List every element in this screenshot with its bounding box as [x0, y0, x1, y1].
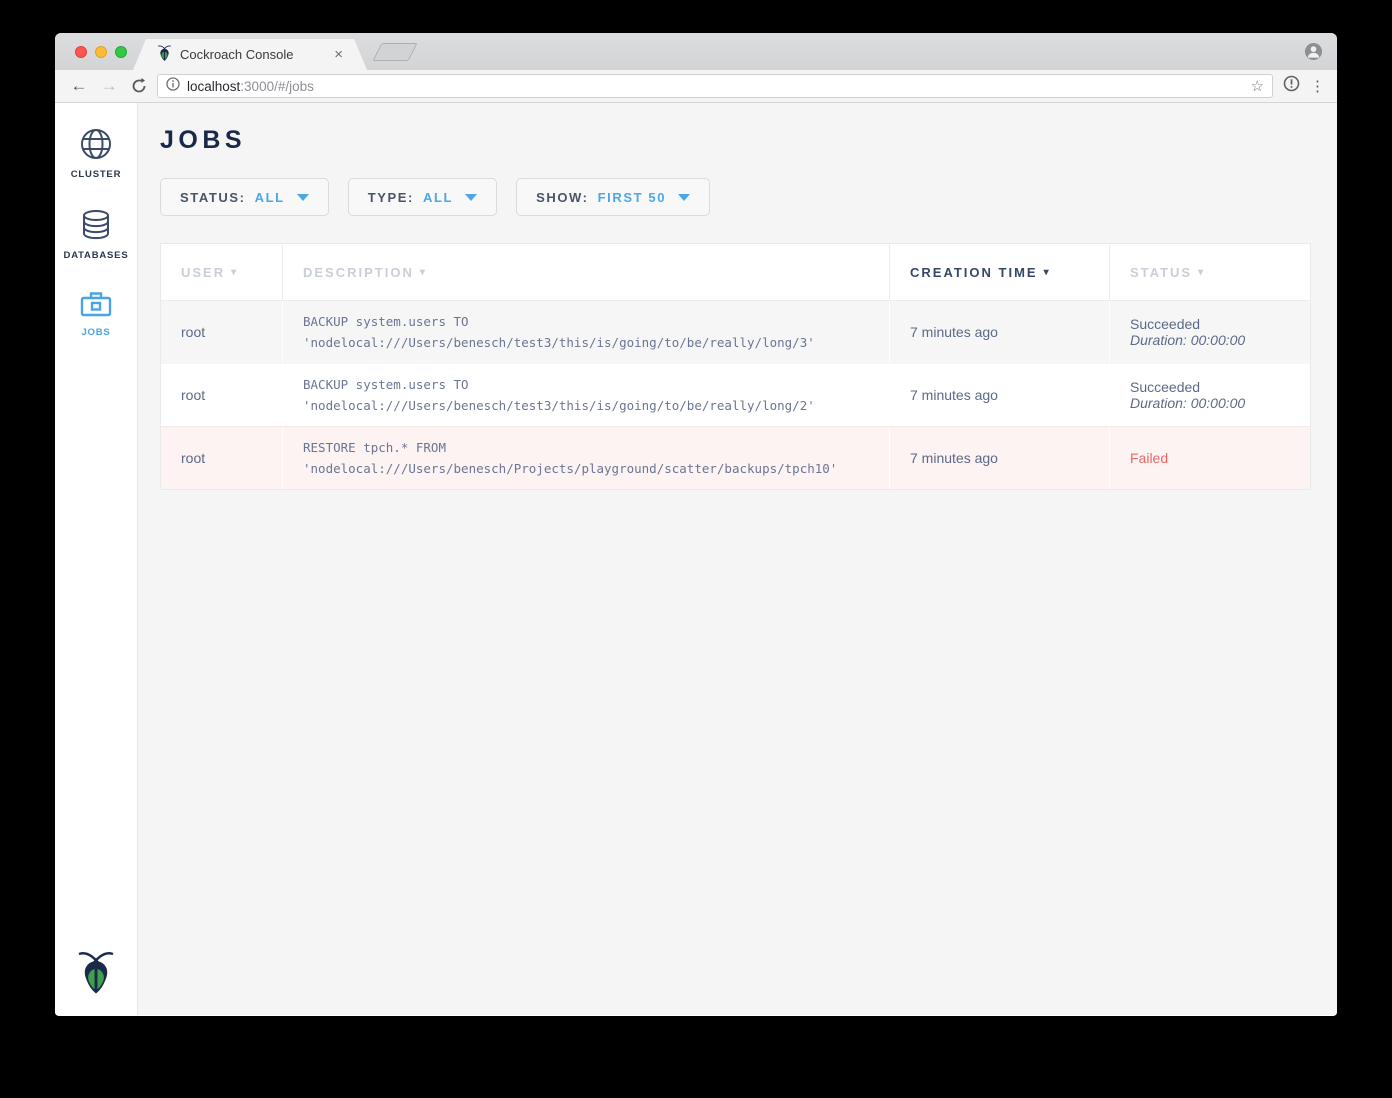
- description-cell: BACKUP system.users TO 'nodelocal:///Use…: [283, 364, 890, 426]
- user-cell: root: [161, 364, 283, 426]
- url-bar[interactable]: localhost:3000/#/jobs ☆: [157, 74, 1273, 98]
- status-badge: Succeeded: [1130, 316, 1290, 332]
- creation-time-cell: 7 minutes ago: [890, 427, 1110, 489]
- column-header-creation-time[interactable]: CREATION TIME: [890, 244, 1110, 300]
- toolbar-right: ⋮: [1279, 75, 1325, 97]
- chevron-down-icon: [297, 194, 309, 201]
- browser-toolbar: ← → localhost:3000/#/jobs ☆: [55, 70, 1337, 103]
- back-button[interactable]: ←: [67, 76, 91, 96]
- filter-label: TYPE:: [368, 190, 414, 205]
- status-badge: Succeeded: [1130, 379, 1290, 395]
- filter-label: SHOW:: [536, 190, 589, 205]
- description-line: BACKUP system.users TO: [303, 311, 869, 332]
- status-filter-dropdown[interactable]: STATUS: ALL: [160, 178, 329, 216]
- status-duration: Duration: 00:00:00: [1130, 395, 1290, 411]
- close-window-button[interactable]: [75, 46, 87, 58]
- reload-button[interactable]: [127, 76, 151, 96]
- status-cell: Succeeded Duration: 00:00:00: [1110, 364, 1310, 426]
- browser-window: Cockroach Console × ← →: [55, 33, 1337, 1016]
- sidebar-item-label: DATABASES: [64, 250, 129, 261]
- sidebar-item-jobs[interactable]: JOBS: [55, 282, 137, 363]
- table-row[interactable]: root BACKUP system.users TO 'nodelocal:/…: [161, 363, 1310, 426]
- extension-icon[interactable]: [1283, 75, 1300, 97]
- type-filter-dropdown[interactable]: TYPE: ALL: [348, 178, 497, 216]
- url-host: localhost: [187, 79, 240, 94]
- column-header-description[interactable]: DESCRIPTION: [283, 244, 890, 300]
- main-content: JOBS STATUS: ALL TYPE: ALL SHOW: FIRST 5…: [138, 103, 1337, 1015]
- sidebar-item-cluster[interactable]: CLUSTER: [55, 120, 137, 201]
- status-cell: Succeeded Duration: 00:00:00: [1110, 301, 1310, 363]
- show-filter-dropdown[interactable]: SHOW: FIRST 50: [516, 178, 710, 216]
- description-line: 'nodelocal:///Users/benesch/test3/this/i…: [303, 395, 869, 416]
- minimize-window-button[interactable]: [95, 46, 107, 58]
- description-line: 'nodelocal:///Users/benesch/Projects/pla…: [303, 458, 869, 479]
- zoom-window-button[interactable]: [115, 46, 127, 58]
- filter-label: STATUS:: [180, 190, 246, 205]
- bookmark-star-icon[interactable]: ☆: [1251, 77, 1264, 95]
- favicon-cockroach-icon: [157, 44, 172, 66]
- database-icon: [78, 207, 114, 243]
- creation-time-cell: 7 minutes ago: [890, 364, 1110, 426]
- url-text[interactable]: localhost:3000/#/jobs: [187, 79, 1244, 94]
- briefcase-icon: [79, 288, 113, 320]
- browser-menu-icon[interactable]: ⋮: [1310, 77, 1325, 95]
- sidebar-item-databases[interactable]: DATABASES: [55, 201, 137, 282]
- browser-tab[interactable]: Cockroach Console ×: [133, 39, 367, 70]
- filter-bar: STATUS: ALL TYPE: ALL SHOW: FIRST 50: [160, 178, 1337, 216]
- sidebar-item-label: CLUSTER: [71, 169, 121, 180]
- table-row[interactable]: root RESTORE tpch.* FROM 'nodelocal:///U…: [161, 426, 1310, 489]
- table-row[interactable]: root BACKUP system.users TO 'nodelocal:/…: [161, 300, 1310, 363]
- description-line: RESTORE tpch.* FROM: [303, 437, 869, 458]
- chevron-down-icon: [465, 194, 477, 201]
- status-cell: Failed: [1110, 427, 1310, 489]
- creation-time-cell: 7 minutes ago: [890, 301, 1110, 363]
- user-cell: root: [161, 301, 283, 363]
- sidebar-item-label: JOBS: [81, 327, 110, 338]
- filter-value: FIRST 50: [598, 190, 666, 205]
- description-line: 'nodelocal:///Users/benesch/test3/this/i…: [303, 332, 869, 353]
- page-title: JOBS: [160, 126, 1337, 155]
- tab-title: Cockroach Console: [180, 47, 334, 62]
- window-controls: [75, 46, 127, 58]
- status-badge: Failed: [1130, 450, 1290, 466]
- column-header-user[interactable]: USER: [161, 244, 283, 300]
- page-info-icon[interactable]: [166, 77, 180, 96]
- description-line: BACKUP system.users TO: [303, 374, 869, 395]
- user-cell: root: [161, 427, 283, 489]
- sidebar: CLUSTER DATABASES: [55, 103, 138, 1015]
- admin-ui: CLUSTER DATABASES: [55, 103, 1337, 1015]
- cockroachdb-logo-icon: [76, 948, 116, 999]
- filter-value: ALL: [423, 190, 453, 205]
- close-tab-icon[interactable]: ×: [334, 47, 343, 62]
- table-header: USER DESCRIPTION CREATION TIME STATUS: [161, 244, 1310, 300]
- column-header-status[interactable]: STATUS: [1110, 244, 1310, 300]
- jobs-table: USER DESCRIPTION CREATION TIME STATUS ro…: [160, 243, 1311, 490]
- description-cell: BACKUP system.users TO 'nodelocal:///Use…: [283, 301, 890, 363]
- url-path: :3000/#/jobs: [240, 79, 314, 94]
- status-duration: Duration: 00:00:00: [1130, 332, 1290, 348]
- forward-button[interactable]: →: [97, 76, 121, 96]
- chevron-down-icon: [678, 194, 690, 201]
- description-cell: RESTORE tpch.* FROM 'nodelocal:///Users/…: [283, 427, 890, 489]
- filter-value: ALL: [255, 190, 285, 205]
- profile-avatar-icon[interactable]: [1304, 42, 1323, 66]
- tab-strip: Cockroach Console ×: [55, 33, 1337, 70]
- globe-icon: [78, 126, 114, 162]
- new-tab-button[interactable]: [372, 43, 417, 61]
